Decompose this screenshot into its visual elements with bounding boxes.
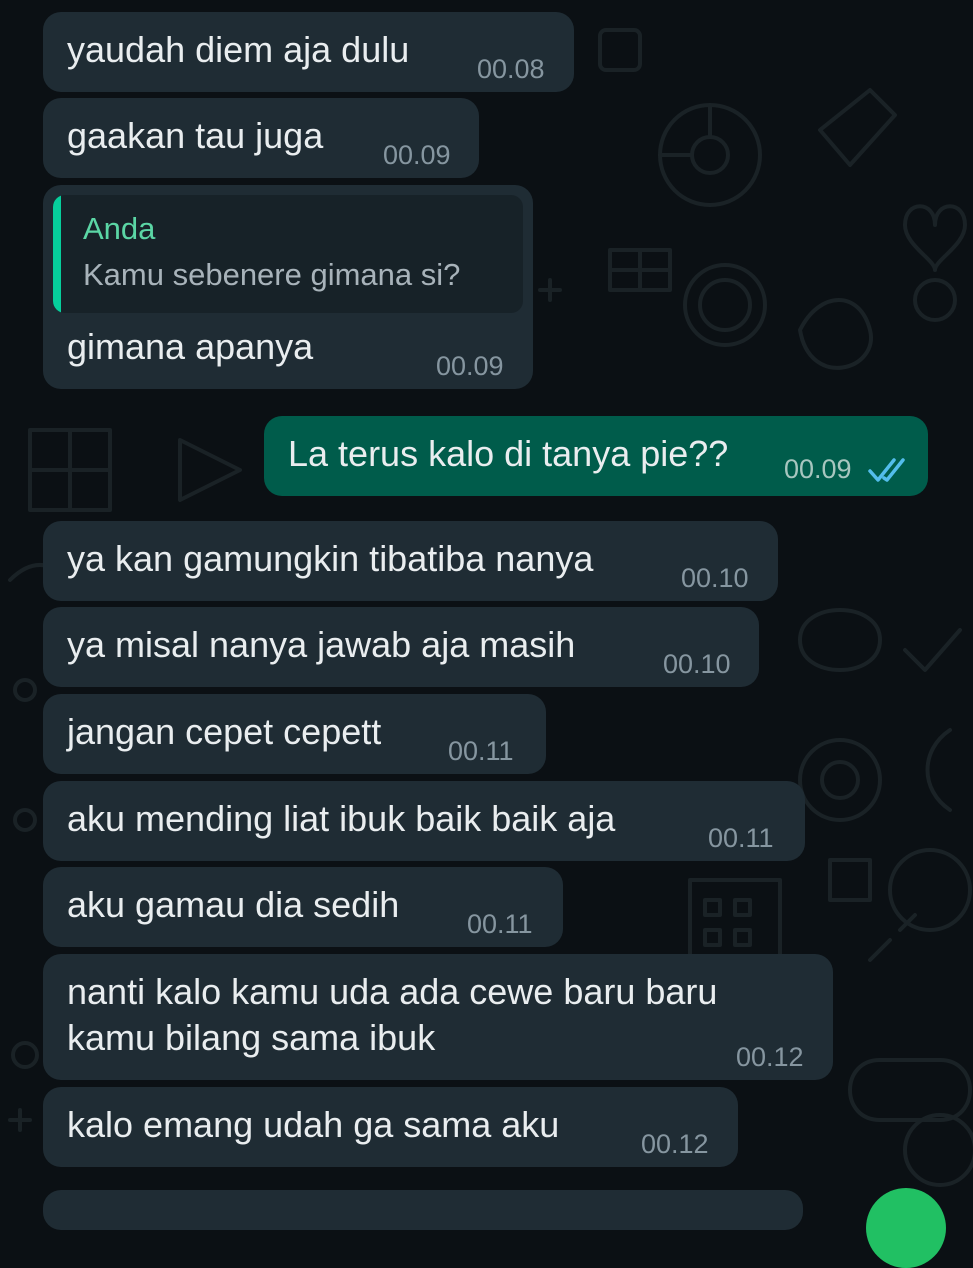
- chat-thread[interactable]: yaudah diem aja dulu 00.08 gaakan tau ju…: [0, 0, 973, 1268]
- incoming-message-bubble[interactable]: nanti kalo kamu uda ada cewe baru baru k…: [43, 954, 833, 1080]
- message-timestamp: 00.10: [663, 649, 731, 679]
- message-text: kalo emang udah ga sama aku: [67, 1104, 560, 1145]
- message-timestamp: 00.10: [681, 563, 749, 593]
- message-text: aku gamau dia sedih: [67, 884, 400, 925]
- message-text: gimana apanya: [67, 326, 314, 367]
- quoted-message[interactable]: Anda Kamu sebenere gimana si?: [53, 195, 523, 313]
- incoming-message-bubble[interactable]: aku mending liat ibuk baik baik aja 00.1…: [43, 781, 805, 861]
- message-text: La terus kalo di tanya pie??: [288, 433, 729, 474]
- message-timestamp: 00.11: [708, 823, 774, 853]
- message-timestamp: 00.12: [736, 1042, 804, 1072]
- incoming-message-bubble[interactable]: yaudah diem aja dulu 00.08: [43, 12, 574, 92]
- incoming-message-bubble[interactable]: gaakan tau juga 00.09: [43, 98, 479, 178]
- message-text: ya kan gamungkin tibatiba nanya: [67, 538, 594, 579]
- quoted-text: Kamu sebenere gimana si?: [83, 257, 461, 292]
- message-timestamp: 00.09: [436, 351, 504, 381]
- message-timestamp: 00.12: [641, 1129, 709, 1159]
- incoming-message-bubble[interactable]: kalo emang udah ga sama aku 00.12: [43, 1087, 738, 1167]
- incoming-message-bubble[interactable]: aku gamau dia sedih 00.11: [43, 867, 563, 947]
- message-text: yaudah diem aja dulu: [67, 29, 410, 70]
- message-text: aku mending liat ibuk baik baik aja: [67, 798, 616, 839]
- message-text-line-2: kamu bilang sama ibuk: [67, 1017, 436, 1058]
- message-timestamp: 00.08: [477, 54, 545, 84]
- action-button-icon[interactable]: [866, 1188, 946, 1268]
- message-text: ya misal nanya jawab aja masih: [67, 624, 576, 665]
- message-timestamp: 00.09: [383, 140, 451, 170]
- quote-accent-bar: [53, 195, 61, 313]
- outgoing-message-bubble[interactable]: La terus kalo di tanya pie?? 00.09: [264, 416, 928, 496]
- double-check-icon: [868, 458, 905, 482]
- message-text-line-1: nanti kalo kamu uda ada cewe baru baru: [67, 971, 718, 1012]
- incoming-message-bubble-partial[interactable]: [43, 1190, 803, 1230]
- incoming-message-bubble[interactable]: ya kan gamungkin tibatiba nanya 00.10: [43, 521, 778, 601]
- incoming-reply-bubble[interactable]: Anda Kamu sebenere gimana si? gimana apa…: [43, 185, 533, 389]
- quoted-sender: Anda: [83, 211, 156, 246]
- message-timestamp: 00.11: [448, 736, 514, 766]
- incoming-message-bubble[interactable]: ya misal nanya jawab aja masih 00.10: [43, 607, 759, 687]
- message-text: gaakan tau juga: [67, 115, 324, 156]
- message-timestamp: 00.11: [467, 909, 533, 939]
- message-timestamp: 00.09: [784, 454, 852, 484]
- message-text: jangan cepet cepett: [67, 711, 382, 752]
- incoming-message-bubble[interactable]: jangan cepet cepett 00.11: [43, 694, 546, 774]
